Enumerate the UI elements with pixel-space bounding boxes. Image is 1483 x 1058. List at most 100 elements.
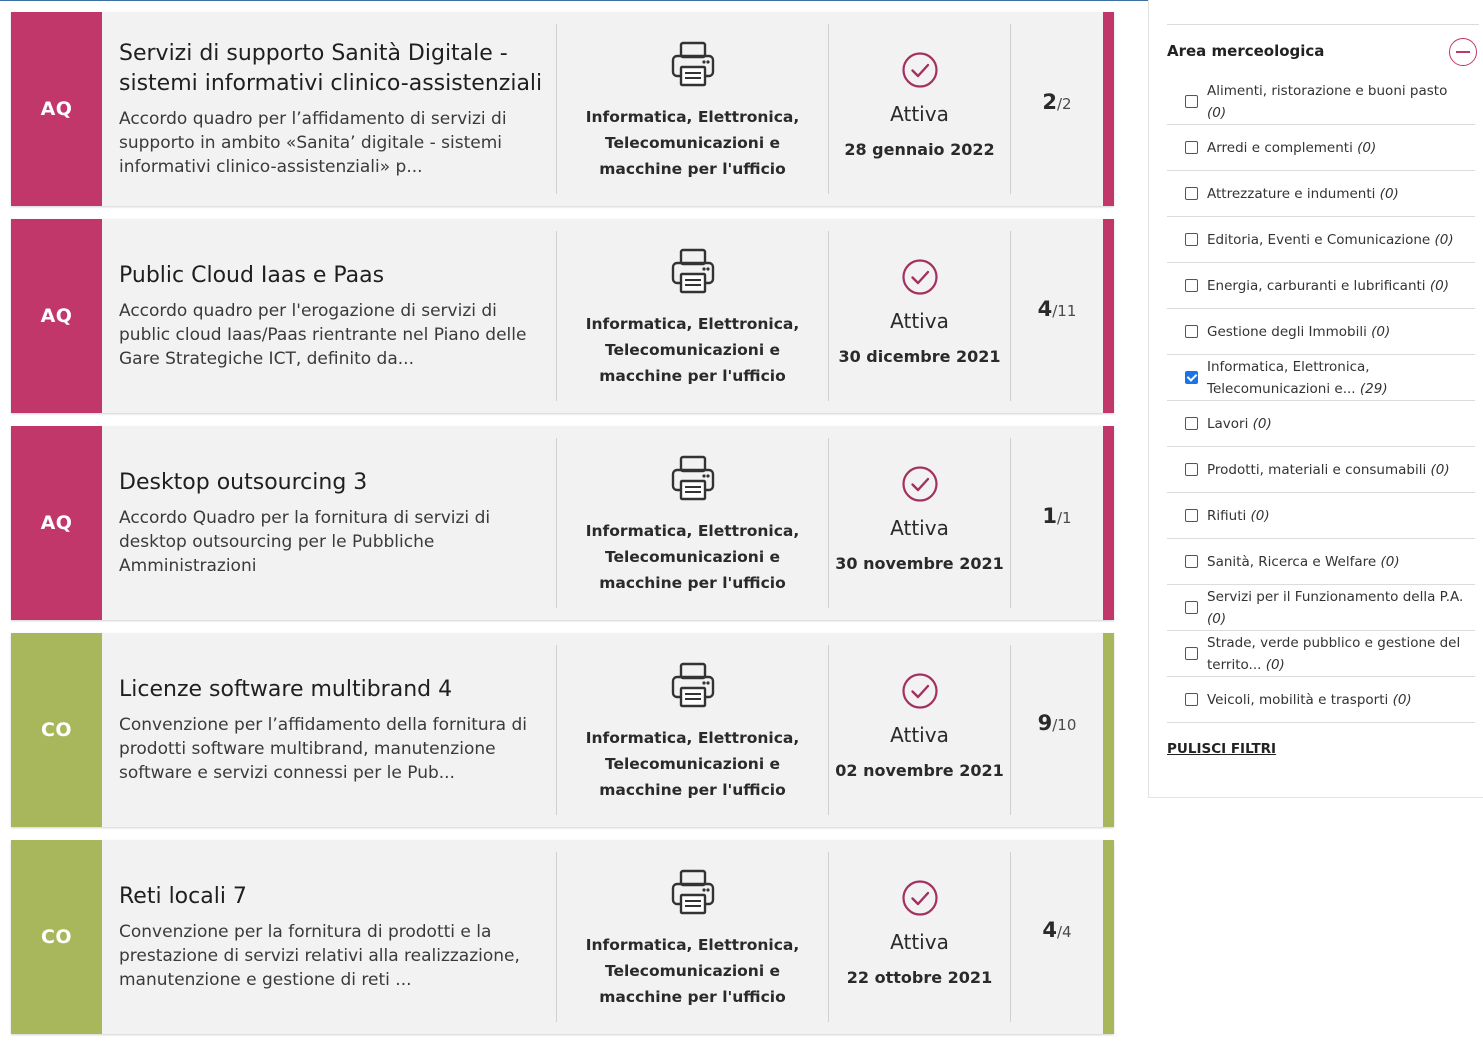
card-title[interactable]: Reti locali 7 [119, 882, 544, 912]
check-circle-icon [902, 52, 938, 88]
filter-label: Alimenti, ristorazione e buoni pasto (0) [1207, 80, 1475, 124]
card-title[interactable]: Licenze software multibrand 4 [119, 675, 544, 705]
filter-name: Prodotti, materiali e consumabili [1207, 461, 1427, 478]
status-label: Attiva [890, 102, 949, 126]
filter-label: Gestione degli Immobili (0) [1207, 321, 1398, 343]
initiative-card[interactable]: CO Licenze software multibrand 4 Convenz… [11, 633, 1114, 827]
category-label: Informatica, Elettronica, Telecomunicazi… [585, 936, 800, 1006]
filter-checkbox[interactable] [1185, 233, 1198, 246]
filter-checkbox[interactable] [1185, 693, 1198, 706]
filter-name: Energia, carburanti e lubrificanti [1207, 277, 1426, 294]
filter-checkbox[interactable] [1185, 509, 1198, 522]
card-info: Desktop outsourcing 3 Accordo Quadro per… [119, 426, 544, 620]
status-date: 02 novembre 2021 [835, 761, 1004, 780]
filter-checkbox[interactable] [1185, 141, 1198, 154]
filter-checkbox[interactable] [1185, 463, 1198, 476]
lots-active: 2 [1042, 90, 1057, 114]
filter-option[interactable]: Sanità, Ricerca e Welfare (0) [1167, 539, 1475, 585]
filter-option[interactable]: Prodotti, materiali e consumabili (0) [1167, 447, 1475, 493]
filter-count: (0) [1380, 553, 1400, 570]
initiative-card[interactable]: AQ Public Cloud Iaas e Paas Accordo quad… [11, 219, 1114, 413]
category-cell: Informatica, Elettronica, Telecomunicazi… [557, 840, 828, 1034]
filter-option[interactable]: Energia, carburanti e lubrificanti (0) [1167, 263, 1475, 309]
filter-checkbox[interactable] [1185, 417, 1198, 430]
filter-label: Strade, verde pubblico e gestione del te… [1207, 632, 1475, 676]
filter-option[interactable]: Informatica, Elettronica, Telecomunicazi… [1167, 355, 1475, 401]
printer-icon [671, 248, 715, 294]
filter-count: (29) [1359, 380, 1388, 397]
filter-name: Gestione degli Immobili [1207, 323, 1367, 340]
card-title[interactable]: Public Cloud Iaas e Paas [119, 261, 544, 291]
lots-active: 4 [1042, 918, 1057, 942]
category-cell: Informatica, Elettronica, Telecomunicazi… [557, 12, 828, 206]
filter-checkbox[interactable] [1185, 325, 1198, 338]
check-circle-icon [902, 466, 938, 502]
filter-option[interactable]: Attrezzature e indumenti (0) [1167, 171, 1475, 217]
status-date: 28 gennaio 2022 [844, 140, 995, 159]
lots-count: 4/4 [1011, 918, 1103, 942]
filter-label: Servizi per il Funzionamento della P.A. … [1207, 586, 1475, 630]
filter-label: Sanità, Ricerca e Welfare (0) [1207, 551, 1408, 573]
card-description: Convenzione per l’affidamento della forn… [119, 715, 527, 783]
lots-count: 1/1 [1011, 504, 1103, 528]
card-info: Public Cloud Iaas e Paas Accordo quadro … [119, 219, 544, 413]
filter-option[interactable]: Rifiuti (0) [1167, 493, 1475, 539]
lots-active: 9 [1037, 711, 1053, 735]
type-tag: CO [11, 840, 102, 1034]
type-tag: CO [11, 633, 102, 827]
filter-label: Editoria, Eventi e Comunicazione (0) [1207, 229, 1462, 251]
filter-count: (0) [1207, 610, 1227, 627]
category-label: Informatica, Elettronica, Telecomunicazi… [585, 729, 800, 799]
status-date: 30 dicembre 2021 [838, 347, 1001, 366]
filter-option[interactable]: Lavori (0) [1167, 401, 1475, 447]
filter-list: Alimenti, ristorazione e buoni pasto (0)… [1167, 79, 1475, 723]
card-title[interactable]: Desktop outsourcing 3 [119, 468, 544, 498]
initiative-card[interactable]: AQ Servizi di supporto Sanità Digitale -… [11, 12, 1114, 206]
initiative-card[interactable]: AQ Desktop outsourcing 3 Accordo Quadro … [11, 426, 1114, 620]
filter-option[interactable]: Strade, verde pubblico e gestione del te… [1167, 631, 1475, 677]
filter-count: (0) [1371, 323, 1391, 340]
card-info: Licenze software multibrand 4 Convenzion… [119, 633, 544, 827]
clear-filters-link[interactable]: PULISCI FILTRI [1167, 741, 1276, 757]
filter-option[interactable]: Veicoli, mobilità e trasporti (0) [1167, 677, 1475, 723]
filter-checkbox[interactable] [1185, 555, 1198, 568]
filter-checkbox[interactable] [1185, 647, 1198, 660]
type-tag: AQ [11, 219, 102, 413]
filter-name: Rifiuti [1207, 507, 1247, 524]
filter-option[interactable]: Gestione degli Immobili (0) [1167, 309, 1475, 355]
filter-checkbox[interactable] [1185, 187, 1198, 200]
filter-option[interactable]: Editoria, Eventi e Comunicazione (0) [1167, 217, 1475, 263]
card-description: Accordo quadro per l'erogazione di servi… [119, 301, 527, 369]
filter-name: Servizi per il Funzionamento della P.A. [1207, 588, 1464, 605]
filter-count: (0) [1434, 231, 1454, 248]
filter-count: (0) [1265, 656, 1285, 673]
category-label: Informatica, Elettronica, Telecomunicazi… [585, 522, 800, 592]
filter-count: (0) [1250, 507, 1270, 524]
printer-icon [671, 869, 715, 915]
category-cell: Informatica, Elettronica, Telecomunicazi… [557, 633, 828, 827]
filter-section-header[interactable]: Area merceologica [1167, 24, 1479, 77]
status-cell: Attiva 22 ottobre 2021 [829, 840, 1010, 1034]
status-cell: Attiva 28 gennaio 2022 [829, 12, 1010, 206]
initiative-card[interactable]: CO Reti locali 7 Convenzione per la forn… [11, 840, 1114, 1034]
filter-count: (0) [1392, 691, 1412, 708]
filter-checkbox[interactable] [1185, 279, 1198, 292]
lots-count: 2/2 [1011, 90, 1103, 114]
category-label: Informatica, Elettronica, Telecomunicazi… [585, 315, 800, 385]
filter-option[interactable]: Alimenti, ristorazione e buoni pasto (0) [1167, 79, 1475, 125]
type-tag: AQ [11, 12, 102, 206]
status-label: Attiva [890, 516, 949, 540]
lots-active: 1 [1042, 504, 1057, 528]
filter-checkbox[interactable] [1185, 371, 1198, 384]
filter-checkbox[interactable] [1185, 601, 1198, 614]
card-title[interactable]: Servizi di supporto Sanità Digitale - si… [119, 39, 544, 99]
filter-checkbox[interactable] [1185, 95, 1198, 108]
filter-label: Rifiuti (0) [1207, 505, 1278, 527]
filters-sidebar: Area merceologica Alimenti, ristorazione… [1148, 0, 1483, 798]
card-description: Convenzione per la fornitura di prodotti… [119, 922, 520, 990]
filter-label: Energia, carburanti e lubrificanti (0) [1207, 275, 1457, 297]
filter-option[interactable]: Servizi per il Funzionamento della P.A. … [1167, 585, 1475, 631]
minus-circle-icon[interactable] [1449, 38, 1477, 66]
filter-option[interactable]: Arredi e complementi (0) [1167, 125, 1475, 171]
card-info: Servizi di supporto Sanità Digitale - si… [119, 12, 544, 206]
